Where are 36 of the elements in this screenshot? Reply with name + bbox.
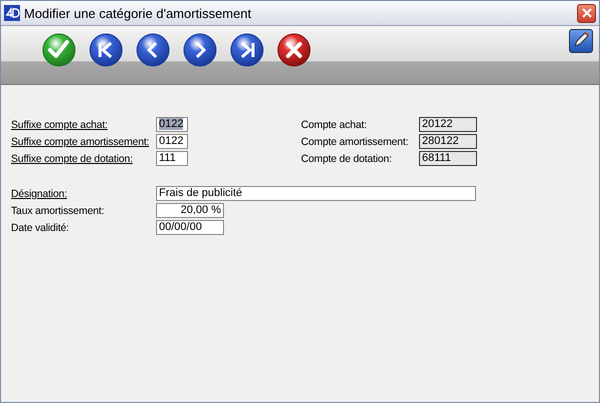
close-icon [580,7,592,19]
previous-record-icon [135,32,171,68]
input-field[interactable]: 280122 [419,134,477,149]
input-field[interactable]: 0122 [156,117,188,132]
field-label: Compte de dotation: [301,152,393,164]
input-field[interactable]: Frais de publicité [156,186,476,201]
last-record-icon [229,32,265,68]
last-record-button[interactable] [229,32,265,68]
field-label: Compte amortissement: [301,136,410,148]
input-field[interactable]: 68111 [419,151,477,166]
cancel-icon [276,32,312,68]
field-label: Compte achat: [301,118,368,130]
close-button[interactable] [577,4,596,22]
field-label: Désignation: [11,188,68,200]
app-logo-icon [4,5,20,21]
window-title: Modifier une catégorie d'amortissement [24,6,252,20]
first-record-icon [88,32,124,68]
first-record-button[interactable] [88,32,124,68]
field-label: Date validité: [11,222,70,234]
next-record-button[interactable] [182,32,218,68]
check-icon [41,32,77,68]
input-field[interactable]: 111 [156,151,188,166]
edit-button[interactable] [569,29,593,53]
input-field[interactable]: 00/00/00 [156,220,224,235]
check-button[interactable] [41,32,77,68]
pencil-icon [571,30,591,50]
input-field[interactable]: 0122 [156,134,188,149]
field-label: Taux amortissement: [11,204,106,216]
field-label: Suffixe compte amortissement: [11,136,150,148]
previous-record-button[interactable] [135,32,171,68]
input-field[interactable]: 20122 [419,117,477,132]
next-record-icon [182,32,218,68]
field-label: Suffixe compte de dotation: [11,152,134,164]
input-field[interactable]: 20,00 % [156,203,224,218]
field-label: Suffixe compte achat: [11,118,109,130]
cancel-button[interactable] [276,32,312,68]
